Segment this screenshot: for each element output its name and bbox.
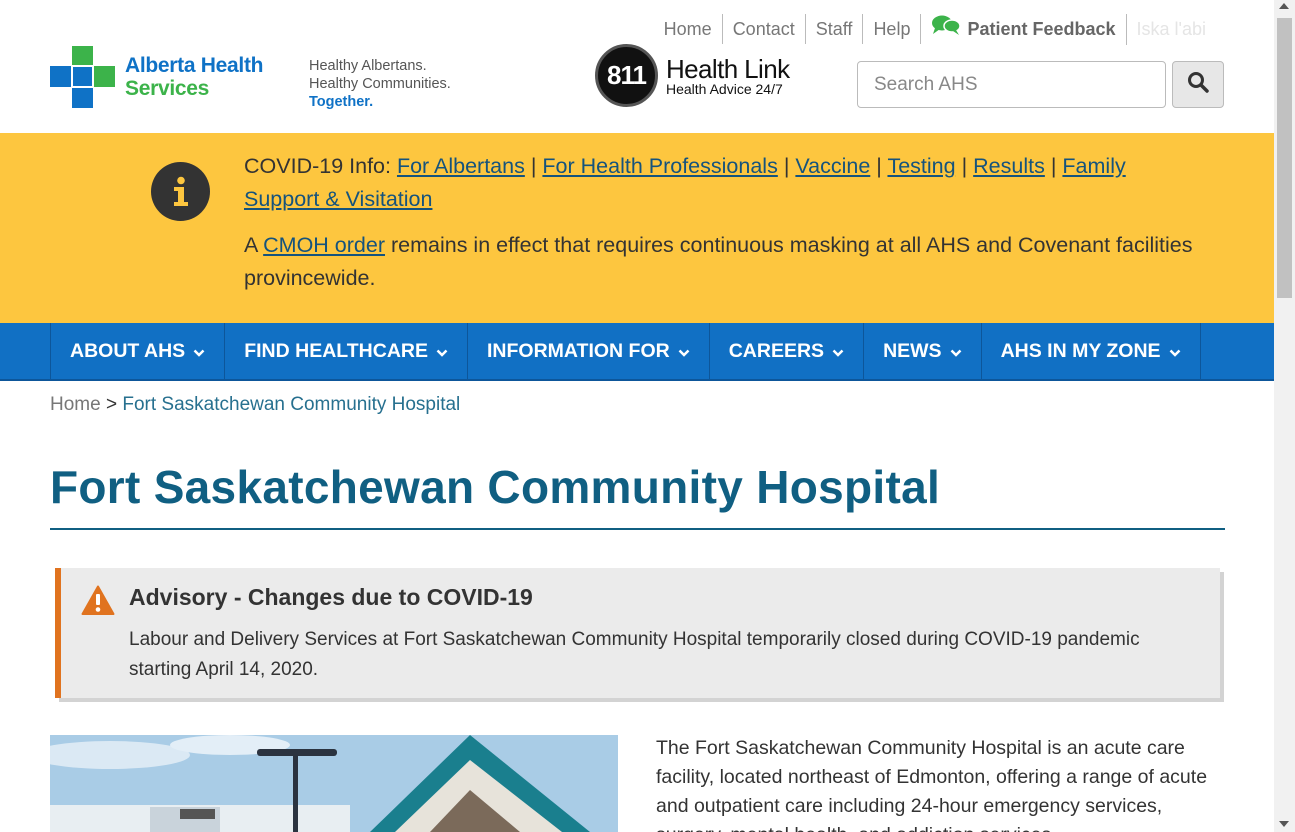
health-link-logo[interactable]: 811 Health Link Health Advice 24/7 [595,44,790,107]
logo-line-1: Alberta Health [125,54,264,77]
tagline: Healthy Albertans. Healthy Communities. … [309,57,451,111]
search-button[interactable] [1172,61,1224,108]
chevron-down-icon [193,340,205,363]
site-header: Home Contact Staff Help Patient Feedback… [0,0,1274,133]
top-link-contact[interactable]: Contact [723,14,806,44]
nav-item-careers[interactable]: CAREERS [710,323,865,379]
cmoh-note-prefix: A [244,233,258,257]
patient-feedback-link[interactable]: Patient Feedback [921,13,1127,45]
link-testing[interactable]: Testing [887,154,955,178]
top-link-home[interactable]: Home [654,14,723,44]
covid-info-lead: COVID-19 Info: [244,154,391,178]
top-link-staff[interactable]: Staff [806,14,864,44]
main-nav-items: ABOUT AHS FIND HEALTHCARE INFORMATION FO… [50,323,1201,379]
chevron-down-icon [950,340,962,363]
page-scrollbar[interactable] [1274,0,1295,832]
warning-icon [81,585,115,621]
health-link-title: Health Link [666,53,790,84]
tagline-line-2: Healthy Communities. [309,76,451,92]
nav-item-label: FIND HEALTHCARE [244,339,428,362]
breadcrumb-separator: > [105,394,118,415]
tagline-line-1: Healthy Albertans. [309,58,427,74]
nav-item-label: AHS IN MY ZONE [1000,339,1161,362]
chevron-down-icon [832,340,844,363]
title-divider [50,528,1225,530]
breadcrumb-current: Fort Saskatchewan Community Hospital [122,394,461,415]
chat-bubbles-icon [931,14,962,45]
hospital-photo [50,735,618,832]
chevron-down-icon [436,340,448,363]
link-for-albertans[interactable]: For Albertans [397,154,525,178]
link-results[interactable]: Results [973,154,1045,178]
nav-item-ahs-in-my-zone[interactable]: AHS IN MY ZONE [982,323,1201,379]
scroll-up-arrow-icon[interactable] [1279,3,1289,9]
covid-alert-text: COVID-19 Info: For Albertans | For Healt… [244,150,1194,295]
search-input[interactable] [857,61,1166,108]
main-nav: ABOUT AHS FIND HEALTHCARE INFORMATION FO… [0,323,1274,381]
page: Home Contact Staff Help Patient Feedback… [0,0,1274,832]
chevron-down-icon [1169,340,1181,363]
ahs-cross-icon [50,46,115,108]
separator: | [530,154,537,178]
breadcrumb: Home > Fort Saskatchewan Community Hospi… [50,394,460,416]
nav-item-label: CAREERS [728,339,825,362]
patient-feedback-label: Patient Feedback [967,19,1116,39]
search-icon [1187,71,1209,98]
health-link-number: 811 [595,44,658,107]
health-link-text: Health Link Health Advice 24/7 [666,53,790,97]
chevron-down-icon [678,340,690,363]
link-vaccine[interactable]: Vaccine [795,154,870,178]
breadcrumb-home-link[interactable]: Home [50,394,101,415]
separator: | [1050,154,1057,178]
nav-item-information-for[interactable]: INFORMATION FOR [468,323,710,379]
nav-item-find-healthcare[interactable]: FIND HEALTHCARE [225,323,468,379]
top-link-help[interactable]: Help [863,14,922,44]
language-link[interactable]: Iska l'abi [1127,14,1216,44]
scrollbar-thumb[interactable] [1277,18,1292,298]
utility-links: Home Contact Staff Help Patient Feedback… [654,13,1216,45]
cmoh-note-suffix: remains in effect that requires continuo… [244,233,1193,290]
ahs-logo[interactable]: Alberta Health Services [50,46,263,108]
separator: | [783,154,790,178]
nav-item-label: NEWS [883,339,942,362]
logo-wordmark: Alberta Health Services [125,54,263,100]
nav-item-news[interactable]: NEWS [864,323,982,379]
page-title: Fort Saskatchewan Community Hospital [50,461,941,513]
nav-item-label: ABOUT AHS [70,339,186,362]
info-icon [151,162,210,221]
advisory-title: Advisory - Changes due to COVID-19 [129,584,533,610]
separator: | [961,154,968,178]
link-cmoh-order[interactable]: CMOH order [263,233,385,257]
link-for-health-professionals[interactable]: For Health Professionals [542,154,777,178]
tagline-line-3: Together. [309,94,374,110]
nav-item-about-ahs[interactable]: ABOUT AHS [51,323,226,379]
covid-advisory: Advisory - Changes due to COVID-19 Labou… [55,568,1220,698]
health-link-subtitle: Health Advice 24/7 [666,80,783,97]
scroll-down-arrow-icon[interactable] [1279,821,1289,827]
intro-paragraph: The Fort Saskatchewan Community Hospital… [656,737,1208,832]
logo-line-2: Services [125,77,210,100]
nav-item-label: INFORMATION FOR [487,339,670,362]
separator: | [876,154,882,178]
advisory-text: Labour and Delivery Services at Fort Sas… [129,629,1140,680]
